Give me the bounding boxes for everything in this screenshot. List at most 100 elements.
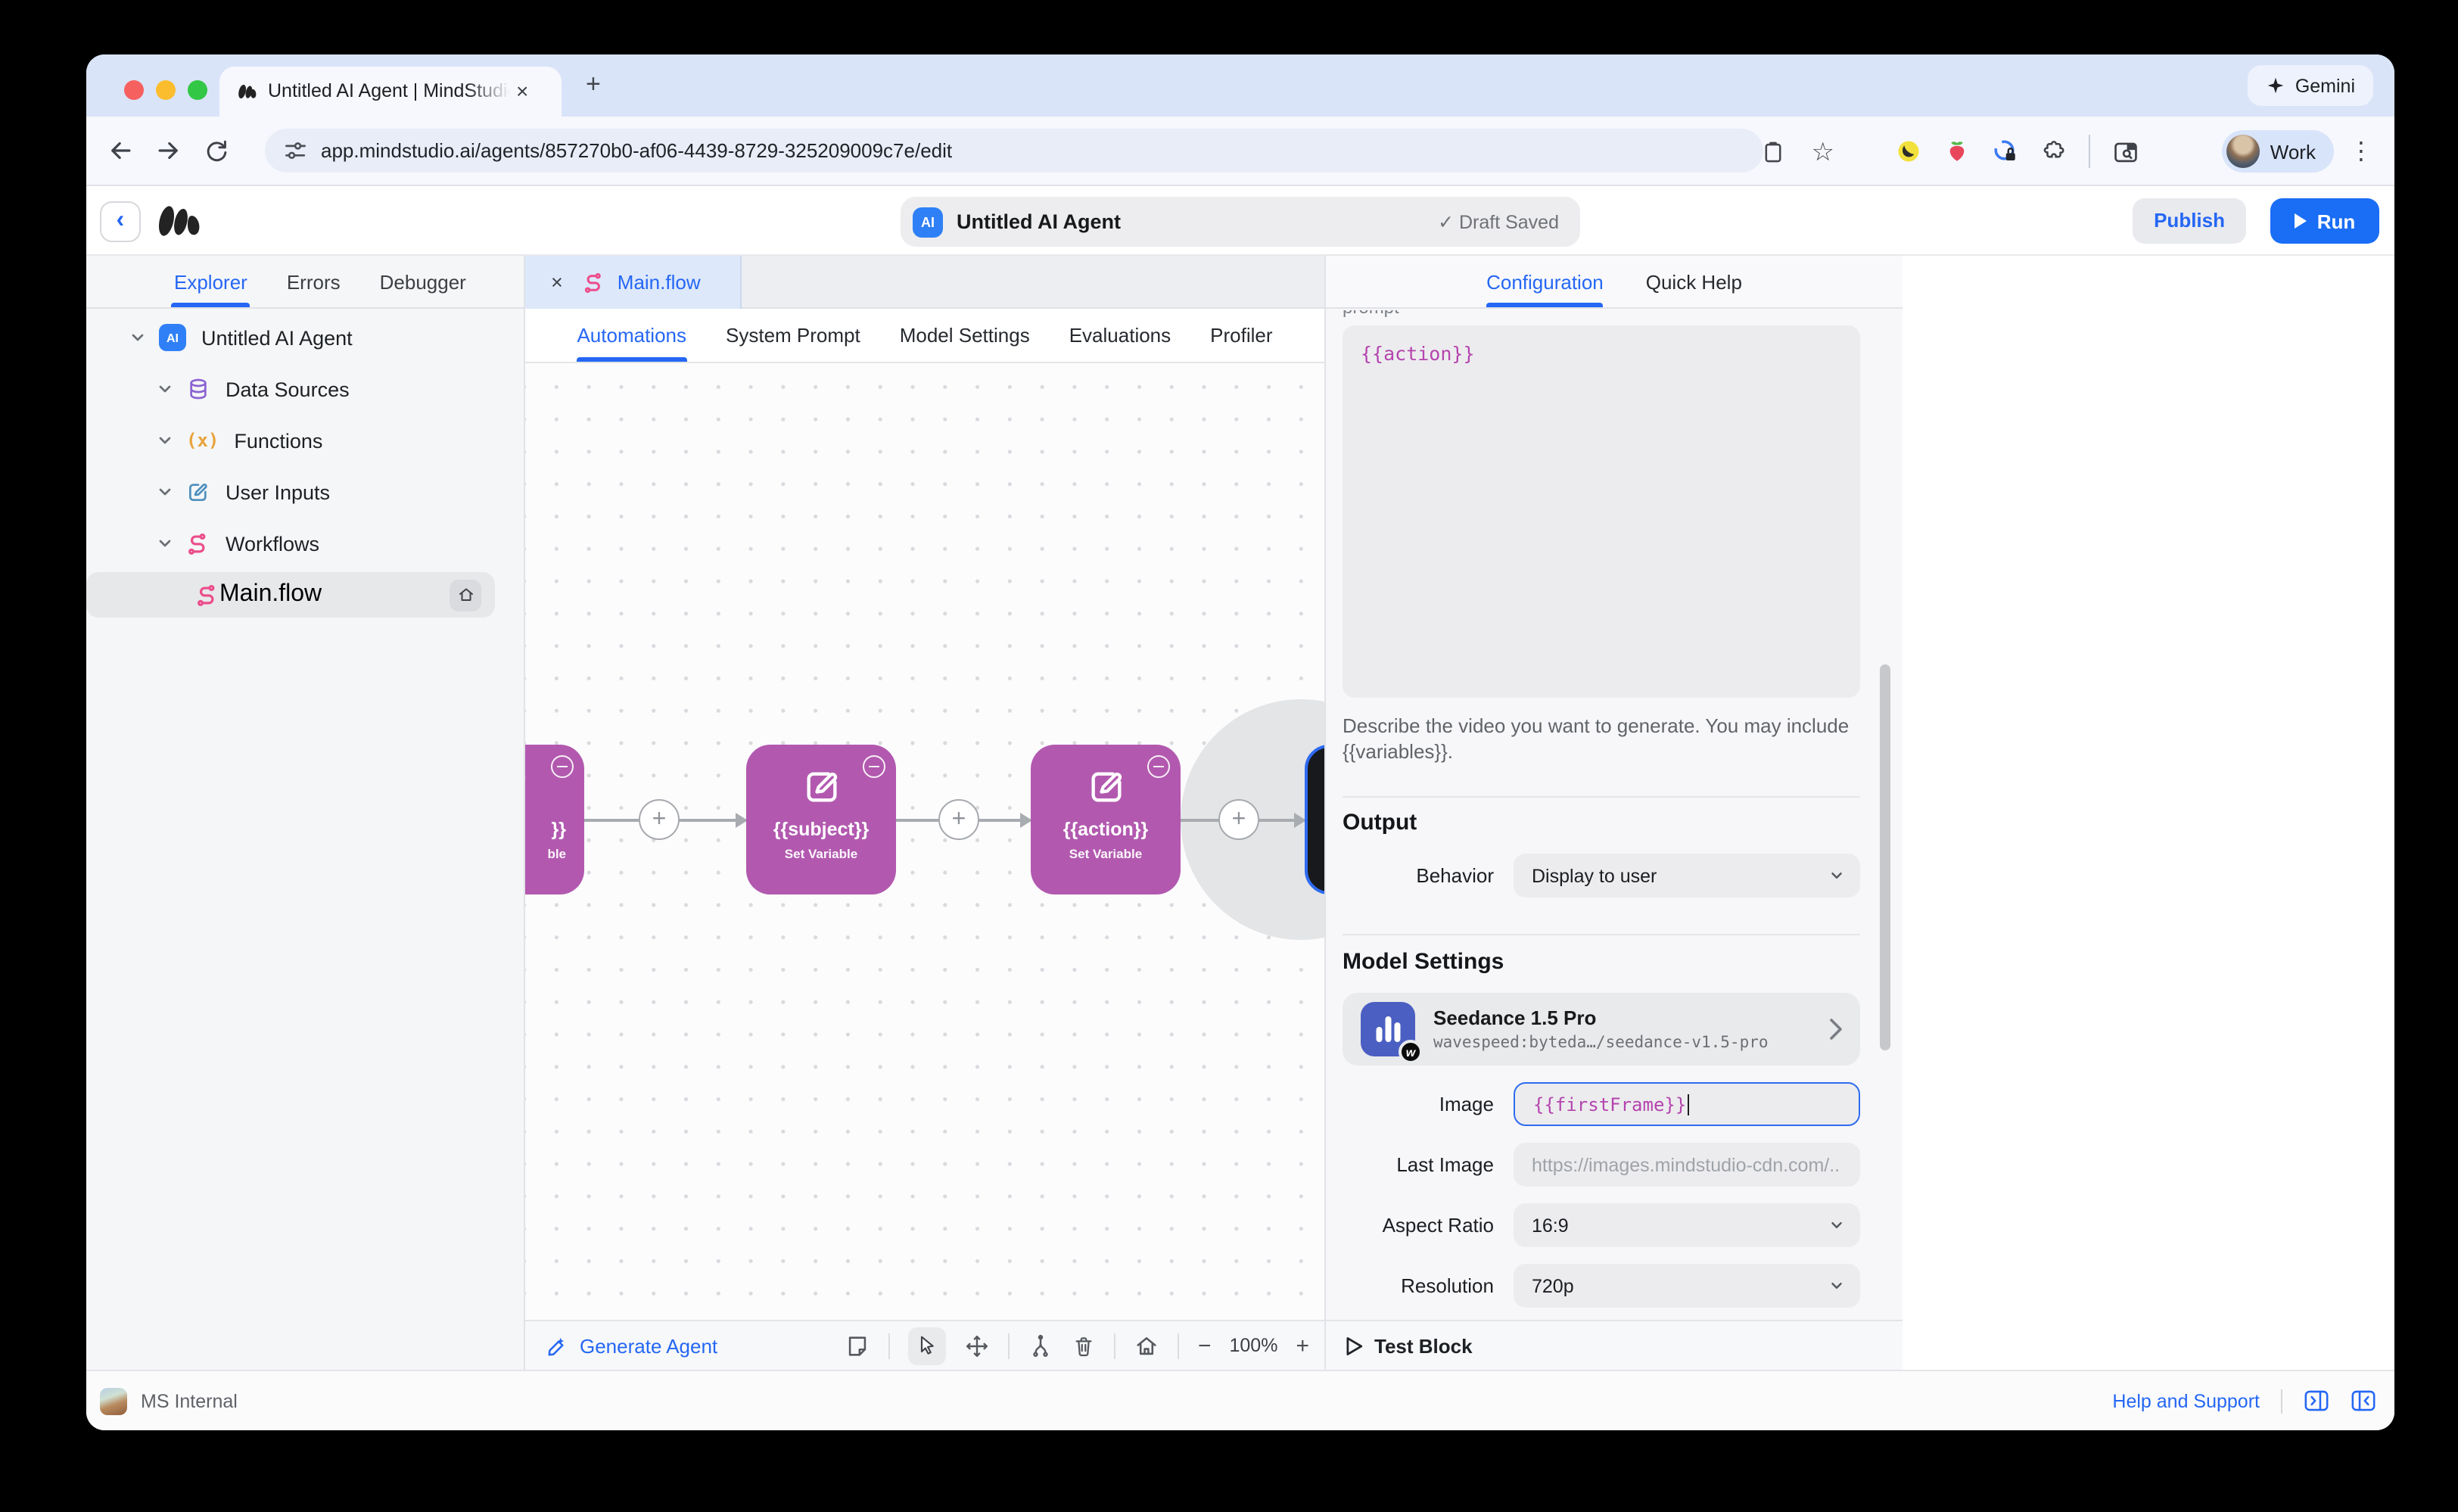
publish-button[interactable]: Publish	[2133, 198, 2246, 244]
tab-system-prompt[interactable]: System Prompt	[726, 309, 860, 362]
gemini-star-icon	[2268, 77, 2285, 94]
aspect-ratio-select[interactable]: 16:9	[1514, 1203, 1860, 1247]
generate-agent-button[interactable]: Generate Agent	[546, 1334, 717, 1357]
add-step-button[interactable]: +	[938, 799, 979, 840]
bookmark-star-icon[interactable]: ☆	[1812, 138, 1835, 164]
workspace-label: MS Internal	[141, 1390, 238, 1411]
image-input[interactable]: {{firstFrame}}	[1514, 1082, 1860, 1126]
prompt-textarea[interactable]: {{action}}	[1343, 325, 1860, 698]
divider	[1343, 934, 1860, 935]
model-card[interactable]: w Seedance 1.5 Pro wavespeed:byteda…/see…	[1343, 993, 1860, 1066]
tab-profiler[interactable]: Profiler	[1210, 309, 1272, 362]
add-step-button[interactable]: +	[1218, 799, 1259, 840]
tree-item-workflows[interactable]: Workflows	[86, 521, 524, 566]
extension-strawberry-icon[interactable]	[1943, 138, 1971, 165]
forward-icon[interactable]	[154, 136, 183, 165]
reload-icon[interactable]	[203, 137, 230, 164]
toggle-left-panel-icon[interactable]	[2351, 1389, 2376, 1412]
behavior-select[interactable]: Display to user	[1514, 854, 1860, 898]
tree-item-data-sources[interactable]: Data Sources	[86, 366, 524, 412]
profile-avatar	[2226, 135, 2260, 168]
select-tool-button[interactable]	[908, 1327, 947, 1364]
tree-label: Main.flow	[219, 581, 322, 607]
editor-tab-bar: Automations System Prompt Model Settings…	[525, 309, 1324, 363]
agent-title: Untitled AI Agent	[957, 210, 1121, 233]
workflow-canvas[interactable]: }} ble + {{subject}} Set Variable + {{ac…	[525, 363, 1324, 1320]
home-icon	[459, 588, 472, 601]
resolution-value: 720p	[1532, 1275, 1574, 1296]
flow-tab-mainflow[interactable]: × Main.flow	[525, 256, 742, 309]
zoom-in-button[interactable]: +	[1296, 1333, 1309, 1358]
tab-evaluations[interactable]: Evaluations	[1069, 309, 1171, 362]
last-image-input[interactable]: https://images.mindstudio-cdn.com/..	[1514, 1143, 1860, 1187]
back-icon[interactable]	[106, 136, 135, 165]
collapse-minus-icon[interactable]	[863, 755, 885, 778]
tab-model-settings[interactable]: Model Settings	[900, 309, 1030, 362]
resolution-select[interactable]: 720p	[1514, 1264, 1860, 1308]
help-and-support-link[interactable]: Help and Support	[2112, 1390, 2260, 1411]
branch-tool-icon[interactable]	[1028, 1333, 1054, 1358]
new-tab-button[interactable]: +	[586, 70, 601, 100]
extension-yellow-icon[interactable]	[1895, 138, 1922, 165]
tab-errors[interactable]: Errors	[287, 256, 341, 307]
collapse-minus-icon[interactable]	[551, 755, 574, 778]
url-bar[interactable]: app.mindstudio.ai/agents/857270b0-af06-4…	[265, 129, 1763, 173]
chevron-down-icon	[159, 488, 171, 496]
trash-icon[interactable]	[1072, 1333, 1097, 1358]
profile-chip[interactable]: Work	[2221, 130, 2334, 173]
flow-tab-close-icon[interactable]: ×	[551, 271, 563, 294]
node-set-variable-cut[interactable]: }} ble	[525, 745, 584, 894]
tree-item-agent[interactable]: AI Untitled AI Agent	[86, 315, 524, 360]
browser-menu-icon[interactable]: ⋮	[2349, 117, 2373, 186]
node-set-variable-subject[interactable]: {{subject}} Set Variable	[746, 745, 896, 894]
last-image-placeholder: https://images.mindstudio-cdn.com/..	[1532, 1154, 1840, 1175]
tree-item-user-inputs[interactable]: User Inputs	[86, 469, 524, 515]
tree-item-main-flow[interactable]: Main.flow	[86, 572, 524, 618]
test-block-button[interactable]: Test Block	[1344, 1334, 1473, 1357]
tab-automations[interactable]: Automations	[577, 309, 687, 362]
extension-icons	[1895, 117, 2140, 186]
zoom-out-button[interactable]: −	[1198, 1333, 1212, 1358]
save-clipboard-icon[interactable]	[1760, 138, 1786, 164]
note-icon[interactable]	[845, 1333, 871, 1358]
chevron-right-icon	[1830, 1019, 1842, 1040]
panel-scrollbar[interactable]	[1880, 664, 1890, 1050]
chevron-down-icon	[1831, 1283, 1842, 1289]
node-title: {{action}}	[1063, 819, 1149, 840]
model-name: Seedance 1.5 Pro	[1433, 1006, 1597, 1029]
workflow-icon	[188, 534, 206, 555]
tab-explorer[interactable]: Explorer	[170, 256, 251, 307]
app-back-button[interactable]: ‹	[100, 201, 141, 242]
add-step-button[interactable]: +	[639, 799, 680, 840]
toggle-right-panel-icon[interactable]	[2304, 1389, 2329, 1412]
tab-debugger[interactable]: Debugger	[380, 256, 466, 307]
browser-window: Untitled AI Agent | MindStudio × + Gemin…	[86, 54, 2394, 1430]
divider	[1343, 796, 1860, 798]
extensions-puzzle-icon[interactable]	[2040, 138, 2068, 165]
node-title: Generate Image	[1319, 823, 1324, 875]
browser-tab[interactable]: Untitled AI Agent | MindStudio ×	[219, 67, 562, 117]
functions-icon: (x)	[186, 430, 219, 451]
traffic-light-close[interactable]	[124, 80, 144, 100]
node-set-variable-action[interactable]: {{action}} Set Variable	[1031, 745, 1181, 894]
extension-password-icon[interactable]	[1992, 138, 2019, 165]
tab-quick-help[interactable]: Quick Help	[1646, 256, 1742, 307]
workspace-avatar[interactable]	[100, 1387, 127, 1414]
home-view-icon[interactable]	[1134, 1333, 1160, 1358]
tab-search-icon[interactable]	[2111, 137, 2140, 166]
agent-title-pill[interactable]: AI Untitled AI Agent ✓ Draft Saved	[901, 197, 1580, 247]
tree-label: Workflows	[226, 532, 320, 555]
cursor-icon	[920, 1336, 934, 1355]
gemini-button[interactable]: Gemini	[2248, 65, 2373, 106]
traffic-light-minimize[interactable]	[156, 80, 176, 100]
move-tool-icon[interactable]	[965, 1333, 991, 1358]
gemini-label: Gemini	[2295, 75, 2355, 96]
collapse-minus-icon[interactable]	[1147, 755, 1170, 778]
tree-item-functions[interactable]: (x) Functions	[86, 418, 524, 463]
tab-close-icon[interactable]: ×	[516, 79, 528, 103]
tab-configuration[interactable]: Configuration	[1486, 256, 1604, 307]
site-settings-icon[interactable]	[283, 138, 307, 163]
traffic-light-zoom[interactable]	[188, 80, 207, 100]
run-button[interactable]: Run	[2270, 198, 2379, 244]
node-generate-image[interactable]: Generate Image	[1305, 745, 1324, 894]
